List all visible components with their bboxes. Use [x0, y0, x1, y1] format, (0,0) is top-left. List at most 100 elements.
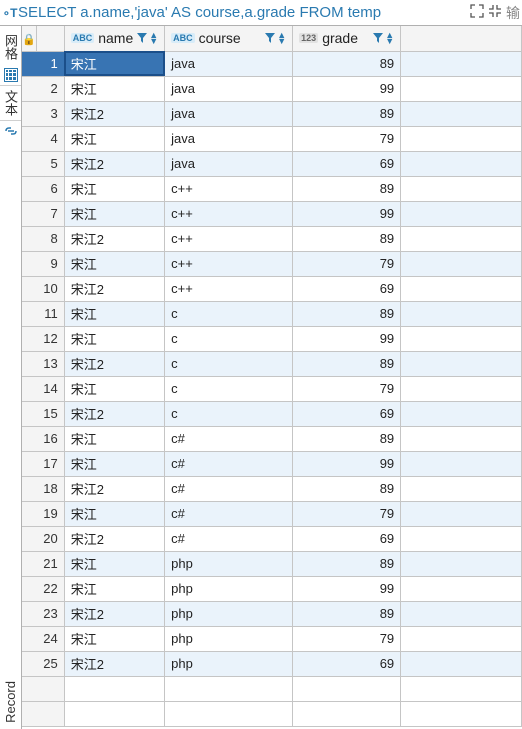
- table-row[interactable]: 5宋江2java69: [22, 151, 522, 176]
- row-number-cell[interactable]: 6: [36, 176, 64, 201]
- cell-course[interactable]: java: [165, 51, 293, 76]
- table-row[interactable]: 19宋江c#79: [22, 501, 522, 526]
- collapse-icon[interactable]: [486, 4, 504, 21]
- cell-name[interactable]: 宋江2: [64, 601, 164, 626]
- cell-grade[interactable]: 89: [293, 551, 401, 576]
- table-row[interactable]: 3宋江2java89: [22, 101, 522, 126]
- cell-name[interactable]: 宋江: [64, 626, 164, 651]
- cell-grade[interactable]: 89: [293, 301, 401, 326]
- cell-course[interactable]: c#: [165, 451, 293, 476]
- grid-view-button[interactable]: [0, 64, 21, 86]
- cell-grade[interactable]: 89: [293, 426, 401, 451]
- cell-grade[interactable]: 99: [293, 451, 401, 476]
- table-row[interactable]: 16宋江c#89: [22, 426, 522, 451]
- table-row[interactable]: 6宋江c++89: [22, 176, 522, 201]
- cell-name[interactable]: 宋江2: [64, 401, 164, 426]
- cell-name[interactable]: 宋江: [64, 551, 164, 576]
- cell-name[interactable]: 宋江: [64, 576, 164, 601]
- row-number-cell[interactable]: 11: [36, 301, 64, 326]
- table-row[interactable]: 17宋江c#99: [22, 451, 522, 476]
- cell-course[interactable]: c#: [165, 526, 293, 551]
- cell-course[interactable]: c++: [165, 226, 293, 251]
- cell-name[interactable]: 宋江: [64, 201, 164, 226]
- cell-course[interactable]: c: [165, 376, 293, 401]
- cell-name[interactable]: 宋江: [64, 426, 164, 451]
- results-grid[interactable]: 🔒 ABC name ▲▼: [22, 26, 522, 729]
- cell-name[interactable]: 宋江2: [64, 276, 164, 301]
- table-row[interactable]: 18宋江2c#89: [22, 476, 522, 501]
- cell-name[interactable]: 宋江: [64, 451, 164, 476]
- sql-query-text[interactable]: SELECT a.name,'java' AS course,a.grade F…: [18, 4, 468, 21]
- cell-course[interactable]: c++: [165, 176, 293, 201]
- cell-name[interactable]: 宋江2: [64, 101, 164, 126]
- record-label[interactable]: Record: [3, 681, 18, 723]
- cell-course[interactable]: c++: [165, 276, 293, 301]
- sort-icon[interactable]: ▲▼: [385, 32, 394, 44]
- row-number-cell[interactable]: 9: [36, 251, 64, 276]
- table-row[interactable]: 24宋江php79: [22, 626, 522, 651]
- cell-grade[interactable]: 79: [293, 376, 401, 401]
- cell-name[interactable]: 宋江: [64, 301, 164, 326]
- cell-grade[interactable]: 99: [293, 201, 401, 226]
- row-number-cell[interactable]: 10: [36, 276, 64, 301]
- row-number-cell[interactable]: 13: [36, 351, 64, 376]
- table-row[interactable]: 14宋江c79: [22, 376, 522, 401]
- cell-grade[interactable]: 89: [293, 226, 401, 251]
- row-number-cell[interactable]: 22: [36, 576, 64, 601]
- row-number-cell[interactable]: 2: [36, 76, 64, 101]
- cell-name[interactable]: 宋江: [64, 126, 164, 151]
- row-number-cell[interactable]: 3: [36, 101, 64, 126]
- cell-name[interactable]: 宋江: [64, 176, 164, 201]
- cell-course[interactable]: c: [165, 401, 293, 426]
- cell-course[interactable]: php: [165, 626, 293, 651]
- cell-course[interactable]: c++: [165, 201, 293, 226]
- row-number-cell[interactable]: 24: [36, 626, 64, 651]
- table-row[interactable]: 1宋江java89: [22, 51, 522, 76]
- sidebar-text-label[interactable]: 文本: [1, 86, 20, 120]
- cell-course[interactable]: c: [165, 301, 293, 326]
- column-header-name[interactable]: ABC name ▲▼: [64, 26, 164, 51]
- lock-column-header[interactable]: 🔒: [22, 26, 36, 51]
- cell-name[interactable]: 宋江: [64, 251, 164, 276]
- cell-grade[interactable]: 89: [293, 176, 401, 201]
- table-row[interactable]: 2宋江java99: [22, 76, 522, 101]
- row-number-cell[interactable]: 25: [36, 651, 64, 676]
- cell-grade[interactable]: 69: [293, 276, 401, 301]
- rownum-column-header[interactable]: [36, 26, 64, 51]
- cell-name[interactable]: 宋江: [64, 51, 164, 76]
- cell-grade[interactable]: 89: [293, 476, 401, 501]
- filter-icon[interactable]: [373, 31, 383, 46]
- table-row[interactable]: 22宋江php99: [22, 576, 522, 601]
- cell-grade[interactable]: 69: [293, 526, 401, 551]
- row-number-cell[interactable]: 7: [36, 201, 64, 226]
- cell-name[interactable]: 宋江2: [64, 351, 164, 376]
- sort-icon[interactable]: ▲▼: [277, 32, 286, 44]
- table-row[interactable]: 7宋江c++99: [22, 201, 522, 226]
- table-row[interactable]: 15宋江2c69: [22, 401, 522, 426]
- cell-grade[interactable]: 89: [293, 51, 401, 76]
- cell-name[interactable]: 宋江: [64, 76, 164, 101]
- cell-grade[interactable]: 69: [293, 651, 401, 676]
- cell-grade[interactable]: 79: [293, 126, 401, 151]
- cell-grade[interactable]: 89: [293, 601, 401, 626]
- filter-icon[interactable]: [265, 31, 275, 46]
- cell-course[interactable]: c++: [165, 251, 293, 276]
- table-row[interactable]: 25宋江2php69: [22, 651, 522, 676]
- table-row[interactable]: 23宋江2php89: [22, 601, 522, 626]
- cell-course[interactable]: php: [165, 601, 293, 626]
- cell-course[interactable]: java: [165, 151, 293, 176]
- cell-name[interactable]: 宋江2: [64, 476, 164, 501]
- cell-course[interactable]: java: [165, 126, 293, 151]
- cell-name[interactable]: 宋江: [64, 376, 164, 401]
- cell-grade[interactable]: 79: [293, 501, 401, 526]
- cell-name[interactable]: 宋江2: [64, 151, 164, 176]
- row-number-cell[interactable]: 15: [36, 401, 64, 426]
- table-row[interactable]: 21宋江php89: [22, 551, 522, 576]
- sort-icon[interactable]: ▲▼: [149, 32, 158, 44]
- cell-grade[interactable]: 99: [293, 576, 401, 601]
- cell-course[interactable]: c#: [165, 426, 293, 451]
- cell-grade[interactable]: 89: [293, 101, 401, 126]
- cell-course[interactable]: c#: [165, 476, 293, 501]
- expand-icon[interactable]: [468, 4, 486, 21]
- cell-grade[interactable]: 79: [293, 626, 401, 651]
